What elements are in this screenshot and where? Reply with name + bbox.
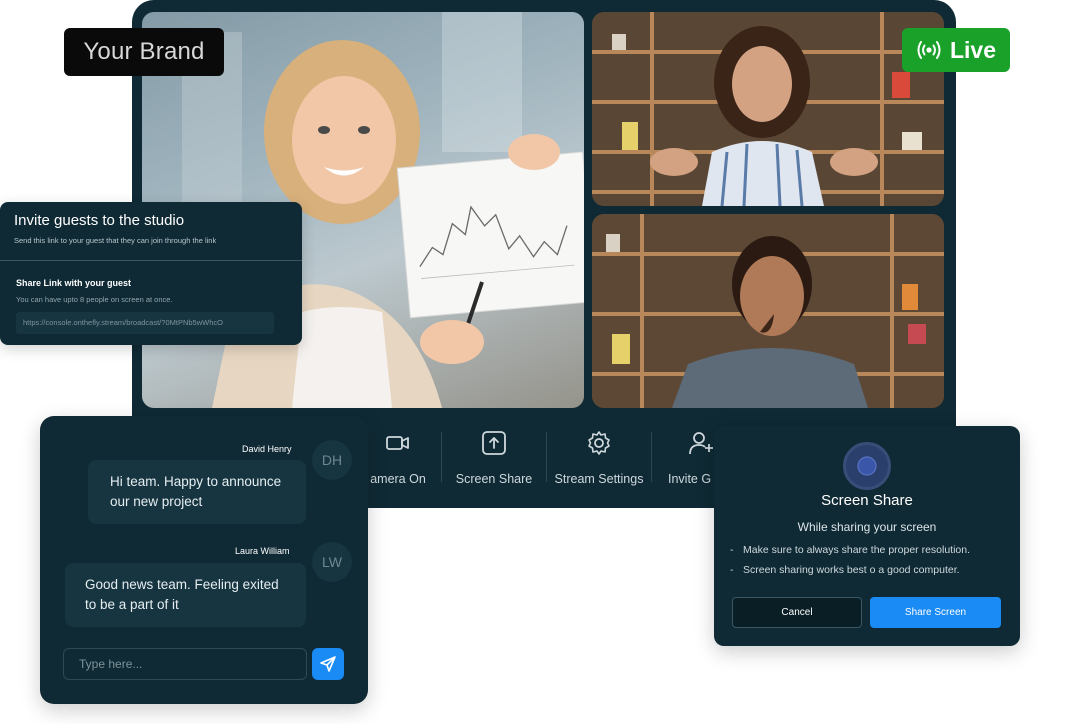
add-user-icon [689,432,713,455]
avatar: DH [312,440,352,480]
guest-limit-hint: You can have upto 8 people on screen at … [16,295,173,304]
chat-panel: David Henry DH Hi team. Happy to announc… [40,416,368,704]
guest-2-video [592,214,944,408]
screen-icon [857,456,877,476]
control-divider [546,432,547,482]
avatar: LW [312,542,352,582]
cancel-button[interactable]: Cancel [732,597,862,628]
invite-guest-label: Invite G [668,472,712,486]
screen-share-dialog: Screen Share While sharing your screen -… [714,426,1020,646]
camera-toggle-label: amera On [370,472,426,486]
message-text-line: our new project [110,494,203,509]
screen-share-subtitle: While sharing your screen [797,520,937,534]
control-divider [651,432,652,482]
invite-subtitle: Send this link to your guest that they c… [14,236,217,245]
chat-message: Hi team. Happy to announce our new proje… [88,460,306,524]
screen-share-button[interactable]: Screen Share [452,430,536,486]
live-label: Live [949,36,997,63]
screen-share-icon [482,431,506,455]
send-button[interactable] [312,648,344,680]
gear-icon [588,431,610,455]
tip-text: Make sure to always share the proper res… [743,544,971,556]
dash-icon: - [730,564,734,576]
live-badge: Live [902,28,1010,72]
tip-item: - Screen sharing works best o a good comp… [730,564,960,576]
message-author: David Henry [242,444,292,454]
screen-share-label: Screen Share [455,472,533,486]
stream-settings-label: Stream Settings [554,472,644,486]
video-tile-guest-1[interactable] [592,12,944,206]
message-author: Laura William [235,546,290,556]
control-divider [441,432,442,482]
share-link-field[interactable]: https://console.onthefly.stream/broadcas… [16,312,274,334]
broadcast-icon [917,41,941,59]
stream-settings-button[interactable]: Stream Settings [552,430,646,486]
camera-toggle-button[interactable]: amera On [368,430,428,486]
screen-share-title: Screen Share [821,492,913,509]
camera-icon [386,436,409,450]
screen-share-status-icon [843,442,891,490]
message-text-line: Good news team. Feeling exited [85,577,279,592]
dash-icon: - [730,544,734,556]
share-screen-button[interactable]: Share Screen [870,597,1001,628]
invite-title: Invite guests to the studio [14,212,185,229]
brand-logo: Your Brand [64,28,224,76]
share-link-label: Share Link with your guest [16,278,132,288]
chat-message: Good news team. Feeling exited to be a p… [65,563,306,627]
send-icon [320,656,336,672]
message-text-line: to be a part of it [85,597,179,612]
video-tile-guest-2[interactable] [592,214,944,408]
invite-guests-panel: Invite guests to the studio Send this li… [0,202,302,345]
chat-input[interactable]: Type here... [63,648,307,680]
tip-text: Screen sharing works best o a good compu… [743,564,960,576]
message-text-line: Hi team. Happy to announce [110,474,282,489]
guest-1-video [592,12,944,206]
tip-item: - Make sure to always share the proper re… [730,544,970,556]
divider [0,260,302,261]
